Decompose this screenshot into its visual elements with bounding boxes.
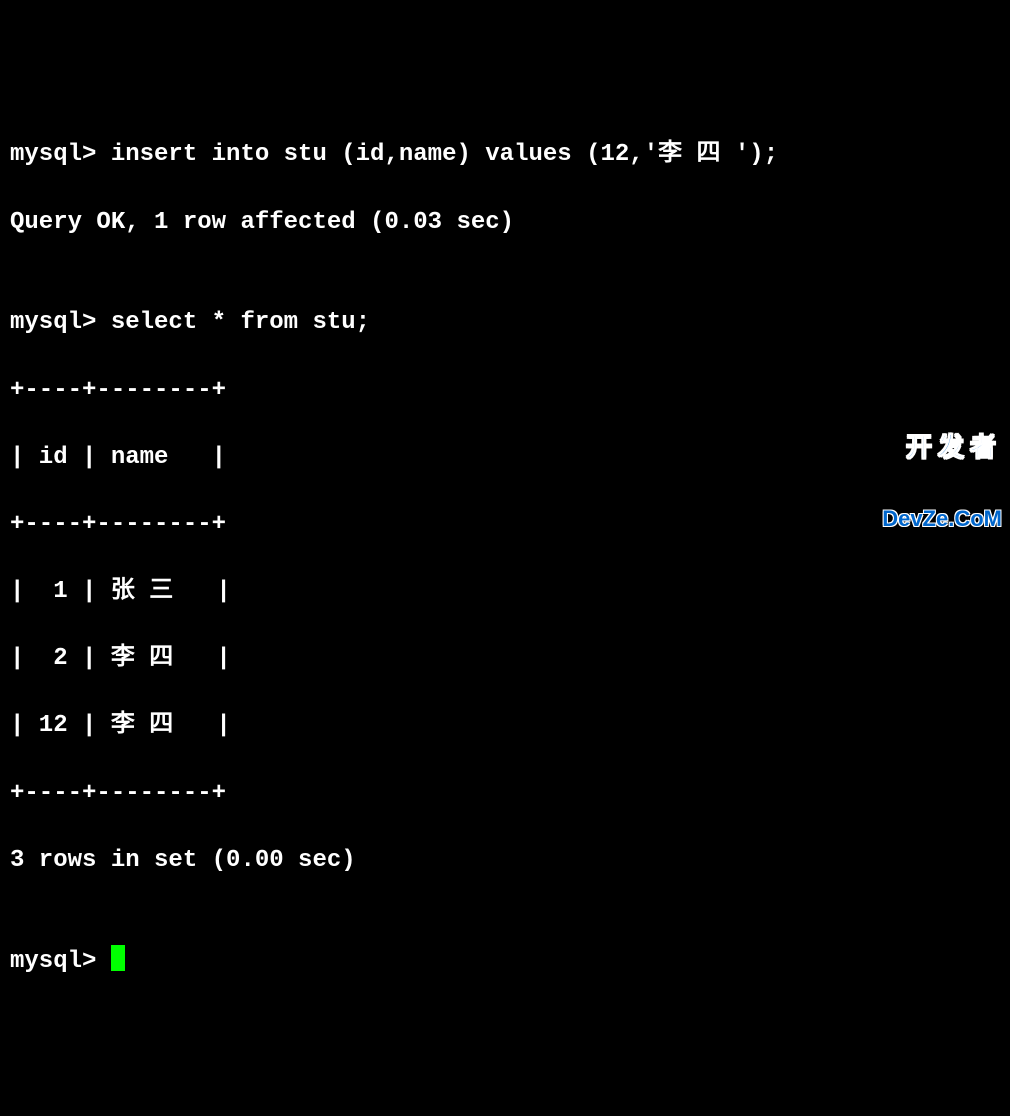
- terminal-line-border-bottom: +----+--------+: [10, 777, 1000, 811]
- watermark-text-bottom: DevZe.CoM: [882, 508, 1002, 530]
- terminal-line-row-3: | 12 | 李 四 |: [10, 709, 1000, 743]
- watermark: 开发者 DevZe.CoM: [882, 386, 1002, 554]
- terminal-prompt: mysql>: [10, 948, 111, 975]
- terminal-line-query-ok: Query OK, 1 row affected (0.03 sec): [10, 206, 1000, 240]
- terminal-prompt-line[interactable]: mysql>: [10, 945, 1000, 979]
- terminal-line-border-top: +----+--------+: [10, 374, 1000, 408]
- terminal-line-border-mid: +----+--------+: [10, 508, 1000, 542]
- cursor-icon: [111, 945, 125, 971]
- terminal-line-header: | id | name |: [10, 441, 1000, 475]
- terminal-line-insert: mysql> insert into stu (id,name) values …: [10, 138, 1000, 172]
- terminal-line-row-2: | 2 | 李 四 |: [10, 642, 1000, 676]
- watermark-text-top: 开发者: [882, 434, 1002, 460]
- terminal-line-row-1: | 1 | 张 三 |: [10, 575, 1000, 609]
- terminal-line-select: mysql> select * from stu;: [10, 306, 1000, 340]
- terminal-line-rows-in-set: 3 rows in set (0.00 sec): [10, 844, 1000, 878]
